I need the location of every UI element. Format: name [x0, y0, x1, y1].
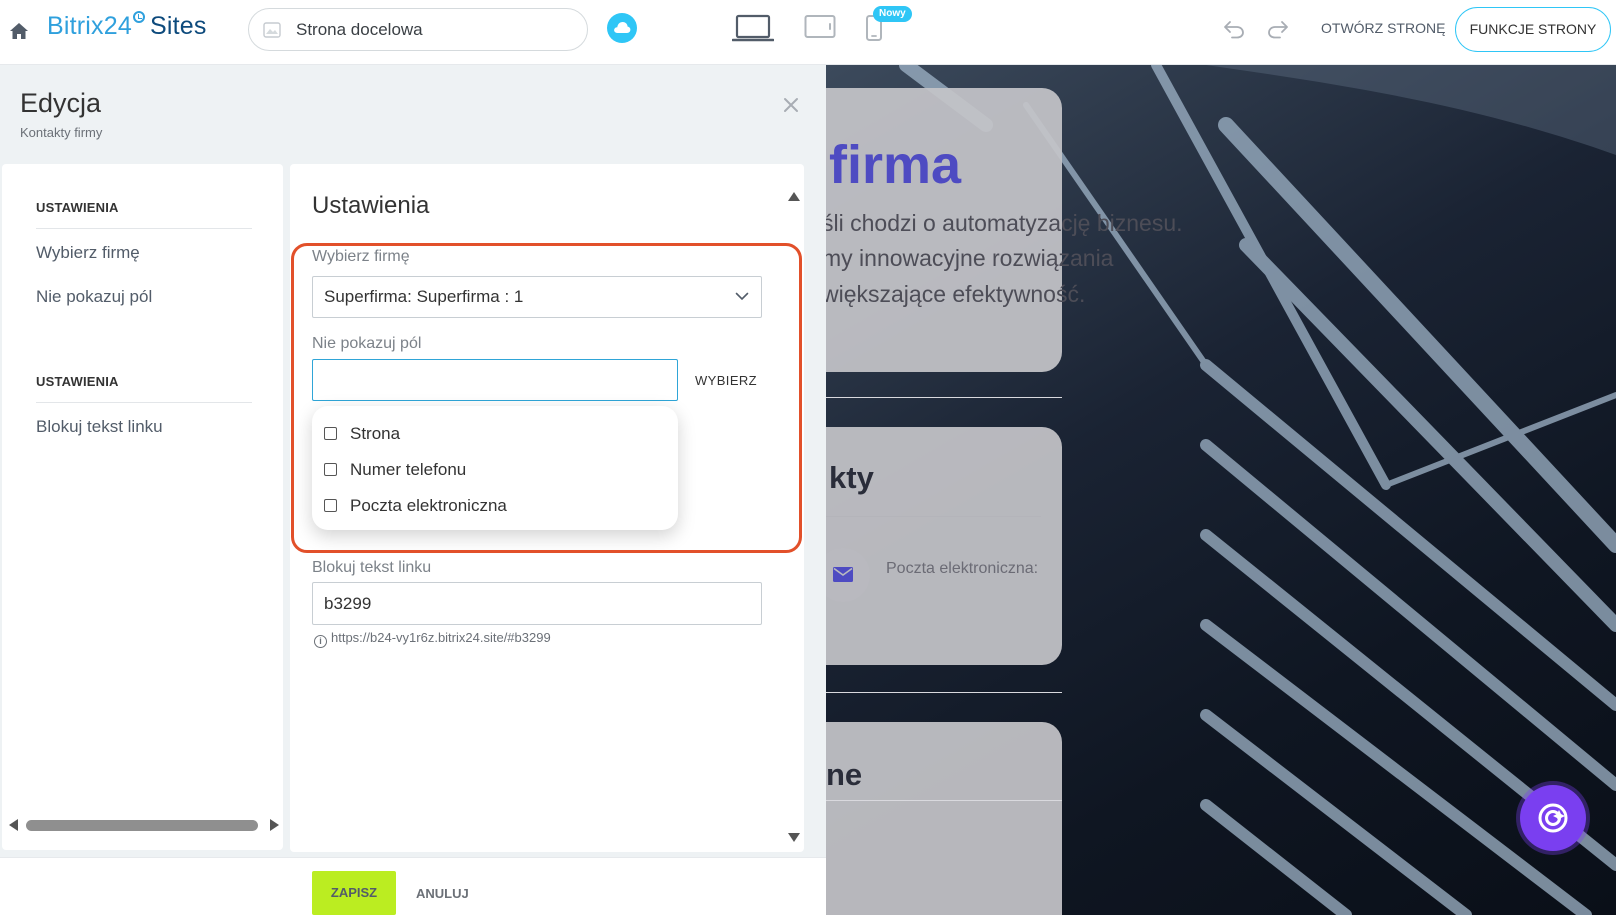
- hero-text-line: śli chodzi o automatyzację biznesu.: [826, 210, 1183, 236]
- scroll-down-arrow[interactable]: [788, 833, 800, 842]
- logo[interactable]: Bitrix24 Sites: [47, 11, 207, 41]
- nav-item-anchor[interactable]: Blokuj tekst linku: [36, 417, 163, 437]
- cancel-button[interactable]: ANULUJ: [416, 886, 469, 901]
- settings-form: Ustawienia Wybierz firmę Superfirma: Sup…: [290, 164, 804, 852]
- new-badge: Nowy: [873, 6, 912, 22]
- nav-divider: [36, 402, 252, 403]
- undo-icon[interactable]: [1223, 19, 1245, 39]
- extra-heading: ne: [826, 757, 863, 792]
- anchor-url-hint: i https://b24-vy1r6z.bitrix24.site/#b3299: [314, 630, 551, 648]
- email-label: Poczta elektroniczna:: [886, 560, 1039, 577]
- nav-section-heading: USTAWIENIA: [36, 200, 119, 215]
- settings-nav: USTAWIENIA Wybierz firmę Nie pokazuj pól…: [2, 164, 283, 850]
- redo-icon[interactable]: [1267, 19, 1289, 39]
- panel-footer: ZAPISZ ANULUJ: [0, 857, 826, 915]
- tablet-view-icon[interactable]: [804, 14, 836, 40]
- logo-brand: Bitrix24: [47, 12, 132, 40]
- page-features-button[interactable]: FUNKCJE STRONY: [1455, 7, 1611, 52]
- clock-icon: [132, 11, 145, 23]
- anchor-url: https://b24-vy1r6z.bitrix24.site/#b3299: [331, 630, 551, 645]
- anchor-input-value: b3299: [324, 594, 372, 613]
- logo-product: Sites: [149, 12, 207, 40]
- edit-panel: Edycja Kontakty firmy USTAWIENIA Wybierz…: [0, 65, 826, 915]
- horizontal-scrollbar[interactable]: [26, 820, 258, 831]
- info-icon: i: [314, 635, 327, 648]
- anchor-label: Blokuj tekst linku: [312, 559, 432, 576]
- preview-content: firma śli chodzi o automatyzację biznesu…: [826, 65, 1616, 915]
- highlight-frame: [291, 243, 802, 553]
- nav-divider: [36, 228, 252, 229]
- hero-text-line: większające efektywność.: [826, 281, 1086, 307]
- nav-item-choose-company[interactable]: Wybierz firmę: [36, 243, 140, 263]
- nav-item-hide-fields[interactable]: Nie pokazuj pól: [36, 287, 152, 307]
- hero-heading: firma: [829, 135, 962, 195]
- close-icon[interactable]: [781, 95, 801, 115]
- scroll-left-arrow[interactable]: [9, 819, 18, 831]
- page-selector[interactable]: Strona docelowa: [248, 8, 588, 51]
- nav-section-heading: USTAWIENIA: [36, 374, 119, 389]
- hero-text-line: my innowacyjne rozwiązania: [826, 245, 1114, 271]
- envelope-icon: [833, 567, 853, 582]
- top-bar: Bitrix24 Sites Strona docelowa Nowy OTWÓR…: [0, 0, 1616, 65]
- contacts-heading: kty: [829, 460, 874, 495]
- panel-subtitle: Kontakty firmy: [20, 125, 103, 140]
- form-title: Ustawienia: [312, 192, 430, 219]
- panel-title: Edycja: [20, 88, 102, 118]
- cloud-icon: [614, 22, 631, 33]
- ai-assistant-button[interactable]: [1520, 785, 1586, 851]
- ai-copilot-icon: [1538, 803, 1568, 833]
- save-button[interactable]: ZAPISZ: [312, 871, 396, 915]
- anchor-input[interactable]: b3299: [312, 582, 762, 625]
- open-page-link[interactable]: OTWÓRZ STRONĘ: [1321, 20, 1445, 36]
- mail-icon-circle: [826, 548, 870, 602]
- page-selector-label: Strona docelowa: [296, 20, 423, 39]
- desktop-view-icon[interactable]: [732, 14, 774, 44]
- scroll-right-arrow[interactable]: [270, 819, 279, 831]
- scroll-up-arrow[interactable]: [788, 192, 800, 201]
- cloud-save-button[interactable]: [607, 13, 637, 43]
- page-thumbnail-icon: [263, 22, 281, 38]
- home-icon[interactable]: [9, 22, 29, 40]
